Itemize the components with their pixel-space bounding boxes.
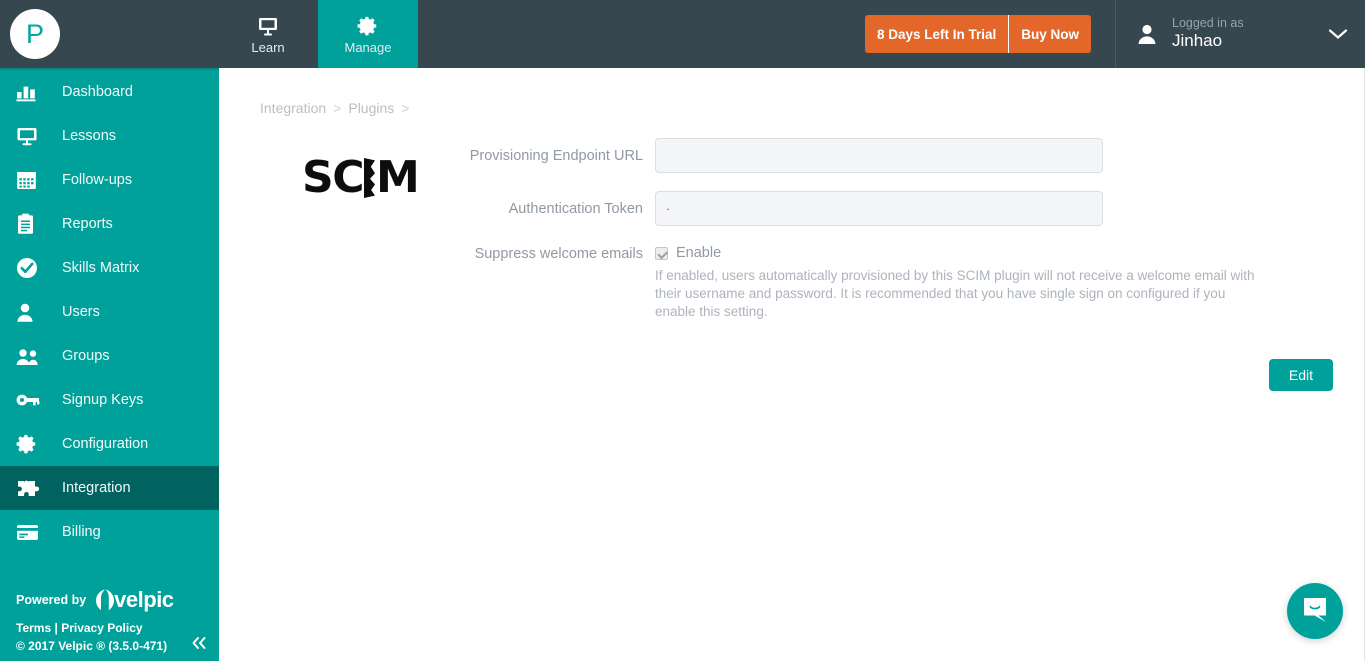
sidebar-item-label: Configuration <box>62 436 149 452</box>
sidebar-item-reports[interactable]: Reports <box>0 202 219 246</box>
people-icon <box>16 347 46 366</box>
trial-days-label: 8 Days Left In Trial <box>865 15 1010 53</box>
scim-logo-right: M <box>375 152 420 203</box>
sidebar-item-label: Groups <box>62 348 110 364</box>
chevron-down-icon[interactable] <box>1327 27 1349 41</box>
velpic-wordmark: velpic <box>114 587 174 612</box>
sidebar-item-dashboard[interactable]: Dashboard <box>0 70 219 114</box>
provisioning-endpoint-url-input[interactable] <box>655 138 1103 173</box>
footer-links: Terms | Privacy Policy <box>16 621 219 635</box>
enable-checkbox[interactable] <box>655 246 668 260</box>
sidebar-item-integration[interactable]: Integration <box>0 466 219 510</box>
authentication-token-input[interactable] <box>655 191 1103 226</box>
breadcrumb-separator: > <box>401 100 410 116</box>
chat-launcher-button[interactable] <box>1287 583 1343 639</box>
sidebar-item-label: Follow-ups <box>62 172 133 188</box>
logged-in-as-label: Logged in as <box>1172 16 1244 31</box>
powered-by-label: Powered by <box>16 593 87 607</box>
provisioning-endpoint-url-label: Provisioning Endpoint URL <box>469 148 643 164</box>
sidebar-item-label: Integration <box>62 480 131 496</box>
buy-now-button[interactable]: Buy Now <box>1009 15 1091 53</box>
sidebar-item-billing[interactable]: Billing <box>0 510 219 554</box>
user-info: Logged in as Jinhao <box>1172 17 1327 50</box>
sidebar-item-label: Lessons <box>62 128 117 144</box>
sidebar-item-label: Signup Keys <box>62 392 144 408</box>
monitor-icon <box>257 15 279 37</box>
top-nav: Learn Manage <box>218 0 418 68</box>
suppress-welcome-emails-label: Suppress welcome emails <box>474 246 643 262</box>
top-nav-label: Learn <box>251 39 285 55</box>
sidebar-item-follow-ups[interactable]: Follow-ups <box>0 158 219 202</box>
person-icon <box>1136 22 1158 46</box>
top-nav-label: Manage <box>344 39 392 55</box>
sidebar-item-label: Skills Matrix <box>62 260 140 276</box>
sidebar-item-label: Dashboard <box>62 84 133 100</box>
clipboard-icon <box>16 213 46 235</box>
breadcrumb-separator: > <box>333 100 342 116</box>
breadcrumb-item-plugins[interactable]: Plugins <box>348 100 394 116</box>
user-menu[interactable]: Logged in as Jinhao <box>1115 0 1365 68</box>
key-icon <box>16 392 46 408</box>
sidebar-item-configuration[interactable]: Configuration <box>0 422 219 466</box>
sidebar-item-users[interactable]: Users <box>0 290 219 334</box>
top-bar-spacer <box>418 0 865 68</box>
sidebar-item-skills-matrix[interactable]: Skills Matrix <box>0 246 219 290</box>
plugin-detail: SC M Provisioning Endpoint URL Authentic… <box>219 116 1365 321</box>
form-row-provisioning-endpoint: Provisioning Endpoint URL <box>465 138 1365 173</box>
sidebar-item-label: Billing <box>62 524 101 540</box>
brand-initial: P <box>10 9 60 59</box>
authentication-token-label: Authentication Token <box>508 201 643 217</box>
scim-logo: SC M <box>260 156 465 200</box>
sidebar-item-groups[interactable]: Groups <box>0 334 219 378</box>
powered-by-row: Powered by velpic <box>16 587 219 613</box>
velpic-logo: velpic <box>94 587 174 613</box>
terms-link[interactable]: Terms <box>16 621 51 635</box>
scim-logo-left: SC <box>302 152 364 203</box>
brand-logo[interactable]: P <box>0 0 218 68</box>
edit-button[interactable]: Edit <box>1268 359 1333 391</box>
gear-icon <box>16 433 46 455</box>
sidebar-item-label: Reports <box>62 216 113 232</box>
sidebar-item-lessons[interactable]: Lessons <box>0 114 219 158</box>
main-content: Integration > Plugins > SC M Provisionin… <box>219 68 1365 661</box>
form-actions: Edit <box>219 321 1365 391</box>
scim-logo-glyph <box>363 158 375 198</box>
credit-card-icon <box>16 524 46 541</box>
privacy-policy-link[interactable]: Privacy Policy <box>61 621 142 635</box>
chat-bubble-smile-icon <box>1300 594 1330 629</box>
plugin-form: Provisioning Endpoint URL Authentication… <box>465 134 1365 321</box>
form-row-suppress-welcome-emails: Suppress welcome emails Enable If enable… <box>465 244 1365 321</box>
double-chevron-left-icon[interactable] <box>189 635 209 655</box>
suppress-welcome-emails-helper-text: If enabled, users automatically provisio… <box>655 268 1255 319</box>
puzzle-icon <box>16 478 46 499</box>
sidebar-item-label: Users <box>62 304 100 320</box>
sidebar: Dashboard Lessons Follow-ups Reports Ski… <box>0 68 219 661</box>
sidebar-item-signup-keys[interactable]: Signup Keys <box>0 378 219 422</box>
suppress-welcome-emails-body: Enable If enabled, users automatically p… <box>655 244 1265 321</box>
enable-checkbox-label: Enable <box>676 245 722 261</box>
bar-chart-icon <box>16 83 46 102</box>
footer-separator: | <box>54 621 58 635</box>
person-icon <box>16 302 46 323</box>
top-bar: P Learn Manage 8 Days Left In Trial Buy … <box>0 0 1365 68</box>
form-row-authentication-token: Authentication Token <box>465 191 1365 226</box>
plugin-logo-column: SC M <box>260 134 465 321</box>
gear-icon <box>357 15 379 37</box>
app-root: P Learn Manage 8 Days Left In Trial Buy … <box>0 0 1365 661</box>
calendar-icon <box>16 170 46 190</box>
monitor-icon <box>16 127 46 146</box>
check-circle-icon <box>16 257 46 279</box>
top-nav-item-learn[interactable]: Learn <box>218 0 318 68</box>
sidebar-footer: Powered by velpic Terms | Privacy Policy… <box>0 587 219 653</box>
breadcrumb-item-integration[interactable]: Integration <box>260 100 326 116</box>
trial-banner: 8 Days Left In Trial Buy Now <box>864 15 1091 53</box>
top-nav-item-manage[interactable]: Manage <box>318 0 418 68</box>
enable-checkbox-row: Enable <box>655 245 1265 261</box>
breadcrumb: Integration > Plugins > <box>219 68 1365 116</box>
user-name: Jinhao <box>1172 30 1223 50</box>
